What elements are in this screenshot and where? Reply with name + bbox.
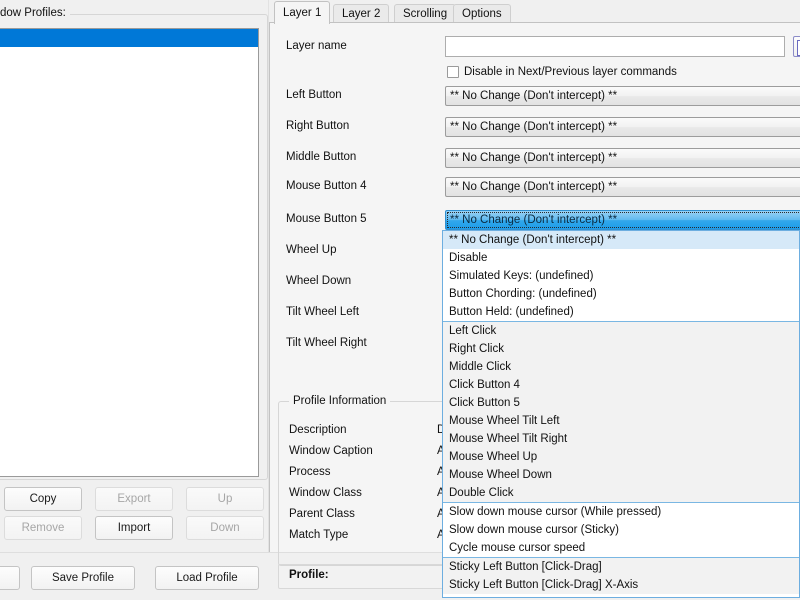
dropdown-item[interactable]: Mouse Wheel Tilt Right — [443, 430, 799, 448]
disable-next-prev-checkbox[interactable] — [447, 65, 459, 78]
info-key-match-type: Match Type — [289, 529, 349, 541]
dropdown-item[interactable]: Mouse Wheel Down — [443, 466, 799, 484]
dropdown-item[interactable]: Right Click — [443, 340, 799, 358]
move-down-button: Down — [186, 516, 264, 540]
info-key-window-class: Window Class — [289, 487, 362, 499]
disable-next-prev-row[interactable]: Disable in Next/Previous layer commands — [447, 64, 677, 79]
partial-left-button[interactable] — [0, 566, 20, 590]
dropdown-group: Left Click Right Click Middle Click Click B… — [443, 321, 799, 502]
right-button-combo[interactable]: ** No Change (Don't intercept) ** — [445, 117, 800, 137]
dropdown-item[interactable]: ** No Change (Don't intercept) ** — [443, 231, 799, 249]
window-profiles-listbox[interactable] — [0, 28, 259, 477]
dropdown-item[interactable]: Disable — [443, 249, 799, 267]
middle-button-label: Middle Button — [286, 151, 357, 163]
info-key-process: Process — [289, 466, 331, 478]
dropdown-item[interactable]: Simulated Keys: (undefined) — [443, 267, 799, 285]
wheel-up-label: Wheel Up — [286, 244, 337, 256]
dropdown-item[interactable]: Sticky Left Button [Click-Drag] X-Axis — [443, 576, 799, 594]
dropdown-item[interactable]: Slow down mouse cursor (While pressed) — [443, 503, 799, 521]
dropdown-item[interactable]: Button Chording: (undefined) — [443, 285, 799, 303]
right-button-label: Right Button — [286, 120, 350, 132]
dropdown-item[interactable]: Click Button 5 — [443, 394, 799, 412]
profile-status-label: Profile: — [289, 569, 329, 581]
import-button[interactable]: Import — [95, 516, 173, 540]
tab-strip: Layer 1 Layer 2 Scrolling Options — [268, 0, 800, 24]
disable-next-prev-label: Disable in Next/Previous layer commands — [464, 65, 677, 78]
mouse-button-4-label: Mouse Button 4 — [286, 180, 367, 192]
info-key-window-caption: Window Caption — [289, 445, 373, 457]
profile-list-item[interactable] — [0, 47, 258, 65]
remove-button: Remove — [4, 516, 82, 540]
load-profile-button[interactable]: Load Profile — [155, 566, 259, 590]
profile-list-item[interactable] — [0, 65, 258, 83]
dropdown-group: Sticky Left Button [Click-Drag] Sticky Le… — [443, 557, 799, 594]
dropdown-item[interactable]: Button Held: (undefined) — [443, 303, 799, 321]
dropdown-group: ** No Change (Don't intercept) ** Disable… — [443, 231, 799, 321]
tilt-wheel-left-label: Tilt Wheel Left — [286, 306, 360, 318]
mouse-button-5-label: Mouse Button 5 — [286, 213, 367, 225]
copy-button[interactable]: Copy — [4, 487, 82, 511]
application-window: dow Profiles: Copy Export Up Remove Impo… — [0, 0, 800, 600]
dropdown-item[interactable]: Slow down mouse cursor (Sticky) — [443, 521, 799, 539]
layer-name-input[interactable] — [445, 36, 785, 57]
dropdown-item[interactable]: Double Click — [443, 484, 799, 502]
mouse-button-4-combo[interactable]: ** No Change (Don't intercept) ** — [445, 177, 800, 197]
window-profiles-panel: dow Profiles: Copy Export Up Remove Impo… — [0, 0, 268, 552]
layer-name-label: Layer name — [286, 40, 347, 52]
layer-name-picker-icon[interactable] — [793, 36, 800, 57]
info-key-description: Description — [289, 424, 347, 436]
dropdown-group: Slow down mouse cursor (While pressed) Sl… — [443, 502, 799, 557]
dropdown-item[interactable]: Mouse Wheel Up — [443, 448, 799, 466]
tab-layer-1[interactable]: Layer 1 — [274, 1, 331, 24]
info-key-parent-class: Parent Class — [289, 508, 355, 520]
dropdown-item[interactable]: Mouse Wheel Tilt Left — [443, 412, 799, 430]
left-button-label: Left Button — [286, 89, 342, 101]
dropdown-item[interactable]: Cycle mouse cursor speed — [443, 539, 799, 557]
profile-list-item[interactable] — [0, 29, 258, 47]
middle-button-combo[interactable]: ** No Change (Don't intercept) ** — [445, 148, 800, 168]
move-up-button: Up — [186, 487, 264, 511]
profile-information-label: Profile Information — [289, 395, 391, 407]
mouse-button-5-dropdown-list[interactable]: ** No Change (Don't intercept) ** Disable… — [442, 230, 800, 598]
dropdown-item[interactable]: Click Button 4 — [443, 376, 799, 394]
tab-scrolling[interactable]: Scrolling — [394, 4, 457, 23]
tilt-wheel-right-label: Tilt Wheel Right — [286, 337, 367, 349]
save-profile-button[interactable]: Save Profile — [31, 566, 135, 590]
mouse-button-5-combo[interactable]: ** No Change (Don't intercept) ** — [445, 210, 800, 230]
left-button-combo[interactable]: ** No Change (Don't intercept) ** — [445, 86, 800, 106]
dropdown-item[interactable]: Left Click — [443, 322, 799, 340]
tab-options[interactable]: Options — [453, 4, 511, 23]
dropdown-item[interactable]: Sticky Left Button [Click-Drag] — [443, 558, 799, 576]
wheel-down-label: Wheel Down — [286, 275, 352, 287]
tab-layer-2[interactable]: Layer 2 — [333, 4, 390, 23]
window-profiles-label: dow Profiles: — [0, 7, 70, 19]
export-button: Export — [95, 487, 173, 511]
dropdown-item[interactable]: Middle Click — [443, 358, 799, 376]
